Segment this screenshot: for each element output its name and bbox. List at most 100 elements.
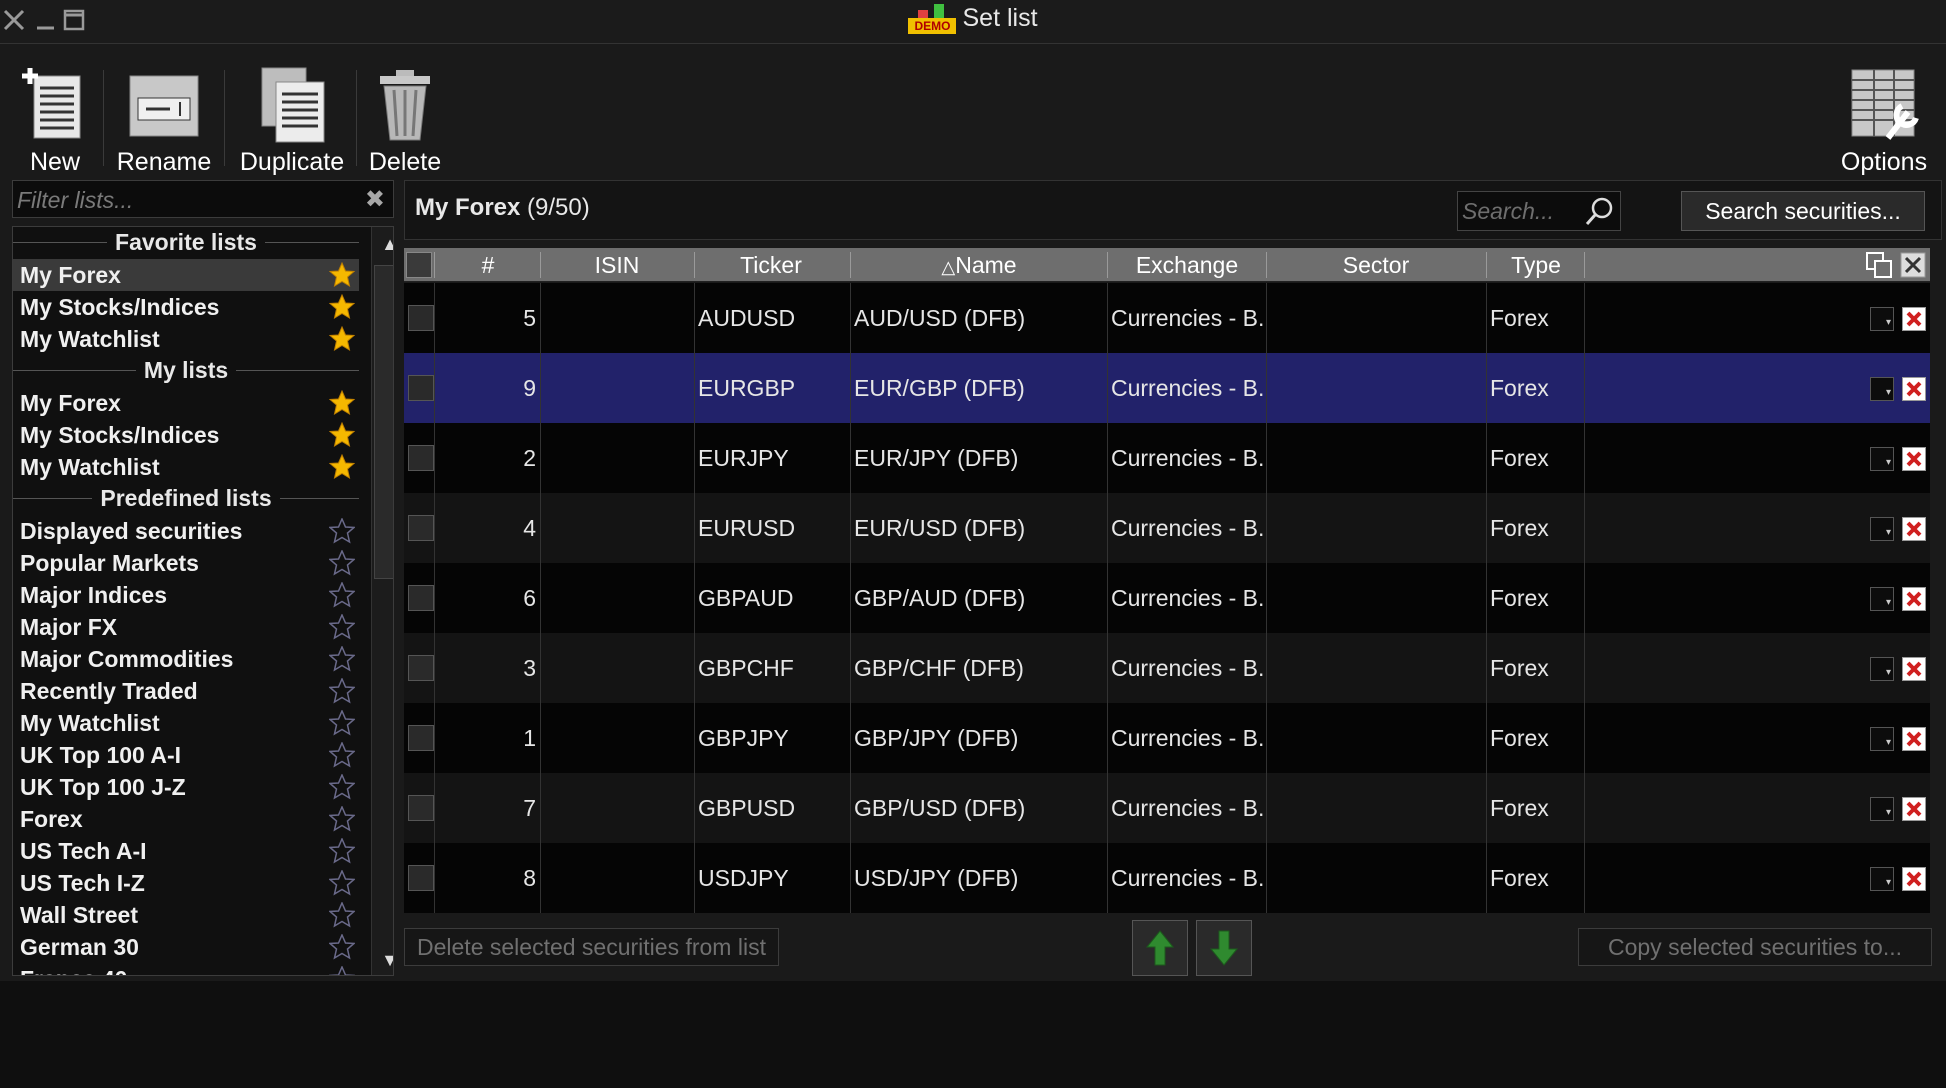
- row-checkbox[interactable]: [408, 725, 434, 751]
- rename-button[interactable]: Rename: [112, 66, 216, 178]
- options-button[interactable]: Options: [1836, 66, 1932, 178]
- favorite-item-my-watchlist[interactable]: My Watchlist: [13, 323, 359, 355]
- remove-row-icon[interactable]: [1902, 587, 1926, 611]
- row-checkbox[interactable]: [408, 305, 434, 331]
- search-securities-button[interactable]: Search securities...: [1681, 191, 1925, 231]
- my-list-item-my-stocks-indices[interactable]: My Stocks/Indices: [13, 419, 359, 451]
- search-input[interactable]: Search...: [1457, 191, 1621, 231]
- predefined-list-item[interactable]: Popular Markets: [13, 547, 359, 579]
- star-outline-icon[interactable]: [329, 710, 355, 736]
- remove-row-icon[interactable]: [1902, 657, 1926, 681]
- predefined-list-item[interactable]: Major Indices: [13, 579, 359, 611]
- predefined-list-item[interactable]: US Tech A-I: [13, 835, 359, 867]
- star-outline-icon[interactable]: [329, 966, 355, 976]
- clear-filter-icon[interactable]: ✖: [365, 185, 385, 214]
- column-header-name[interactable]: △Name: [852, 248, 1106, 282]
- table-row[interactable]: 4 EURUSD EUR/USD (DFB) Currencies - B... For…: [404, 493, 1930, 563]
- table-row[interactable]: 7 GBPUSD GBP/USD (DFB) Currencies - B... For…: [404, 773, 1930, 843]
- star-outline-icon[interactable]: [329, 806, 355, 832]
- column-header-ticker[interactable]: Ticker: [696, 248, 846, 282]
- predefined-list-item[interactable]: German 30: [13, 931, 359, 963]
- star-outline-icon[interactable]: [329, 646, 355, 672]
- predefined-list-item[interactable]: Major Commodities: [13, 643, 359, 675]
- column-header-type[interactable]: Type: [1488, 248, 1584, 282]
- scroll-up-icon[interactable]: ▲: [372, 227, 393, 261]
- predefined-list-item[interactable]: Major FX: [13, 611, 359, 643]
- predefined-list-item[interactable]: Displayed securities: [13, 515, 359, 547]
- column-chooser-icon[interactable]: [1864, 248, 1894, 282]
- predefined-list-item[interactable]: Recently Traded: [13, 675, 359, 707]
- predefined-list-item[interactable]: Wall Street: [13, 899, 359, 931]
- move-down-button[interactable]: [1196, 920, 1252, 976]
- remove-row-icon[interactable]: [1902, 377, 1926, 401]
- star-filled-icon[interactable]: [329, 422, 355, 448]
- row-menu-dropdown-icon[interactable]: ▾: [1870, 657, 1894, 681]
- star-outline-icon[interactable]: [329, 838, 355, 864]
- row-menu-dropdown-icon[interactable]: ▾: [1870, 727, 1894, 751]
- column-header-exchange[interactable]: Exchange: [1109, 248, 1265, 282]
- lists-scrollbar[interactable]: ▲ ▼: [371, 227, 393, 975]
- star-outline-icon[interactable]: [329, 774, 355, 800]
- predefined-list-item[interactable]: UK Top 100 A-I: [13, 739, 359, 771]
- filter-lists-input[interactable]: Filter lists... ✖: [12, 180, 394, 218]
- my-list-item-my-watchlist[interactable]: My Watchlist: [13, 451, 359, 483]
- row-checkbox[interactable]: [408, 655, 434, 681]
- star-filled-icon[interactable]: [329, 390, 355, 416]
- row-menu-dropdown-icon[interactable]: ▾: [1870, 307, 1894, 331]
- table-row[interactable]: 5 AUDUSD AUD/USD (DFB) Currencies - B... For…: [404, 283, 1930, 353]
- column-header-isin[interactable]: ISIN: [542, 248, 692, 282]
- row-checkbox[interactable]: [408, 795, 434, 821]
- row-menu-dropdown-icon[interactable]: ▾: [1870, 867, 1894, 891]
- favorite-item-my-forex[interactable]: My Forex: [13, 259, 359, 291]
- new-button[interactable]: New: [14, 66, 96, 178]
- star-outline-icon[interactable]: [329, 582, 355, 608]
- star-outline-icon[interactable]: [329, 678, 355, 704]
- row-checkbox[interactable]: [408, 865, 434, 891]
- favorite-item-my-stocks-indices[interactable]: My Stocks/Indices: [13, 291, 359, 323]
- delete-selected-button[interactable]: Delete selected securities from list: [404, 928, 779, 966]
- star-outline-icon[interactable]: [329, 614, 355, 640]
- row-checkbox[interactable]: [408, 375, 434, 401]
- remove-row-icon[interactable]: [1902, 867, 1926, 891]
- star-filled-icon[interactable]: [329, 294, 355, 320]
- star-outline-icon[interactable]: [329, 518, 355, 544]
- predefined-list-item[interactable]: US Tech I-Z: [13, 867, 359, 899]
- star-filled-icon[interactable]: [329, 262, 355, 288]
- search-icon[interactable]: [1584, 196, 1614, 226]
- column-header-sector[interactable]: Sector: [1268, 248, 1484, 282]
- my-list-item-my-forex[interactable]: My Forex: [13, 387, 359, 419]
- remove-row-icon[interactable]: [1902, 447, 1926, 471]
- delete-list-button[interactable]: Delete: [364, 66, 446, 178]
- table-row[interactable]: 9 EURGBP EUR/GBP (DFB) Currencies - B... For…: [404, 353, 1930, 423]
- star-filled-icon[interactable]: [329, 326, 355, 352]
- remove-row-icon[interactable]: [1902, 307, 1926, 331]
- star-outline-icon[interactable]: [329, 870, 355, 896]
- row-checkbox[interactable]: [408, 585, 434, 611]
- table-row[interactable]: 3 GBPCHF GBP/CHF (DFB) Currencies - B... For…: [404, 633, 1930, 703]
- scroll-down-icon[interactable]: ▼: [372, 943, 393, 975]
- table-row[interactable]: 1 GBPJPY GBP/JPY (DFB) Currencies - B... For…: [404, 703, 1930, 773]
- row-menu-dropdown-icon[interactable]: ▾: [1870, 447, 1894, 471]
- remove-row-icon[interactable]: [1902, 517, 1926, 541]
- column-header-num[interactable]: #: [436, 248, 540, 282]
- row-checkbox[interactable]: [408, 515, 434, 541]
- predefined-list-item[interactable]: My Watchlist: [13, 707, 359, 739]
- scroll-thumb[interactable]: [374, 265, 393, 579]
- star-filled-icon[interactable]: [329, 454, 355, 480]
- predefined-list-item[interactable]: UK Top 100 J-Z: [13, 771, 359, 803]
- table-row[interactable]: 8 USDJPY USD/JPY (DFB) Currencies - B... For…: [404, 843, 1930, 913]
- row-menu-dropdown-icon[interactable]: ▾: [1870, 517, 1894, 541]
- row-checkbox[interactable]: [408, 445, 434, 471]
- clear-all-icon[interactable]: [1898, 248, 1928, 282]
- row-menu-dropdown-icon[interactable]: ▾: [1870, 587, 1894, 611]
- duplicate-button[interactable]: Duplicate: [234, 66, 350, 178]
- predefined-list-item[interactable]: France 40: [13, 963, 359, 976]
- row-menu-dropdown-icon[interactable]: ▾: [1870, 377, 1894, 401]
- remove-row-icon[interactable]: [1902, 727, 1926, 751]
- star-outline-icon[interactable]: [329, 550, 355, 576]
- table-row[interactable]: 2 EURJPY EUR/JPY (DFB) Currencies - B... For…: [404, 423, 1930, 493]
- star-outline-icon[interactable]: [329, 902, 355, 928]
- table-row[interactable]: 6 GBPAUD GBP/AUD (DFB) Currencies - B... For…: [404, 563, 1930, 633]
- move-up-button[interactable]: [1132, 920, 1188, 976]
- remove-row-icon[interactable]: [1902, 797, 1926, 821]
